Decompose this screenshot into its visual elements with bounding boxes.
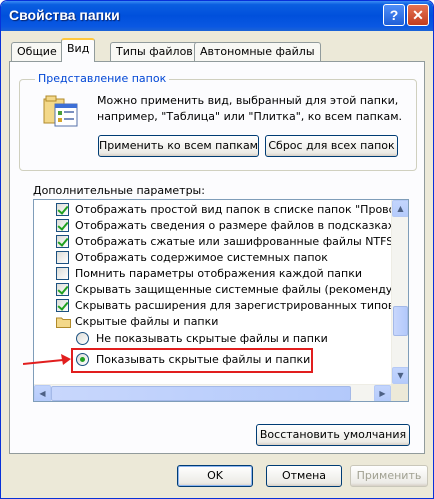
checkbox[interactable] [56,251,69,264]
scroll-left-icon[interactable]: ◀ [34,385,51,401]
cancel-button[interactable]: Отмена [266,465,342,487]
annotation-highlight-box [71,348,313,373]
ok-button[interactable]: OK [177,465,253,487]
folder-icon [56,317,71,328]
apply-to-all-folders-button[interactable]: Применить ко всем папкам [98,135,259,157]
advanced-settings-label: Дополнительные параметры: [33,184,205,197]
tab-file-types[interactable]: Типы файлов [110,42,199,61]
checkbox[interactable] [56,203,69,216]
scroll-corner [391,384,408,401]
checkbox[interactable] [56,267,69,280]
window-title: Свойства папки [9,7,120,23]
tab-offline-files[interactable]: Автономные файлы [194,42,321,61]
annotation-arrow-icon [23,354,71,365]
checkbox[interactable] [56,219,69,232]
title-bar[interactable]: Свойства папки ? ✕ [1,1,433,31]
checkbox[interactable] [56,235,69,248]
vertical-scrollbar[interactable]: ▲ ▼ [391,200,408,384]
horizontal-scrollbar[interactable]: ◀ ▶ [34,384,391,401]
tab-general[interactable]: Общие [11,42,63,61]
apply-button[interactable]: Применить [350,465,428,487]
folder-options-dialog: Свойства папки ? ✕ Общие Вид Типы файлов… [0,0,434,499]
reset-all-folders-button[interactable]: Сброс для всех папок [265,135,398,157]
tab-view[interactable]: Вид [61,38,96,62]
scroll-up-icon[interactable]: ▲ [392,200,408,217]
scroll-thumb[interactable] [51,386,351,401]
scroll-thumb[interactable] [393,306,408,336]
radio-button[interactable] [76,332,89,345]
help-button[interactable]: ? [383,4,405,26]
scroll-right-icon[interactable]: ▶ [374,385,391,401]
folder-views-description: Можно применить вид, выбранный для этой … [97,94,403,123]
close-button[interactable]: ✕ [407,4,429,26]
checkbox[interactable] [56,283,69,296]
folder-views-icon [43,95,78,127]
restore-defaults-button[interactable]: Восстановить умолчания [256,424,410,446]
checkbox[interactable] [56,299,69,312]
scroll-down-icon[interactable]: ▼ [392,367,408,384]
folder-views-label: Представление папок [35,72,170,85]
